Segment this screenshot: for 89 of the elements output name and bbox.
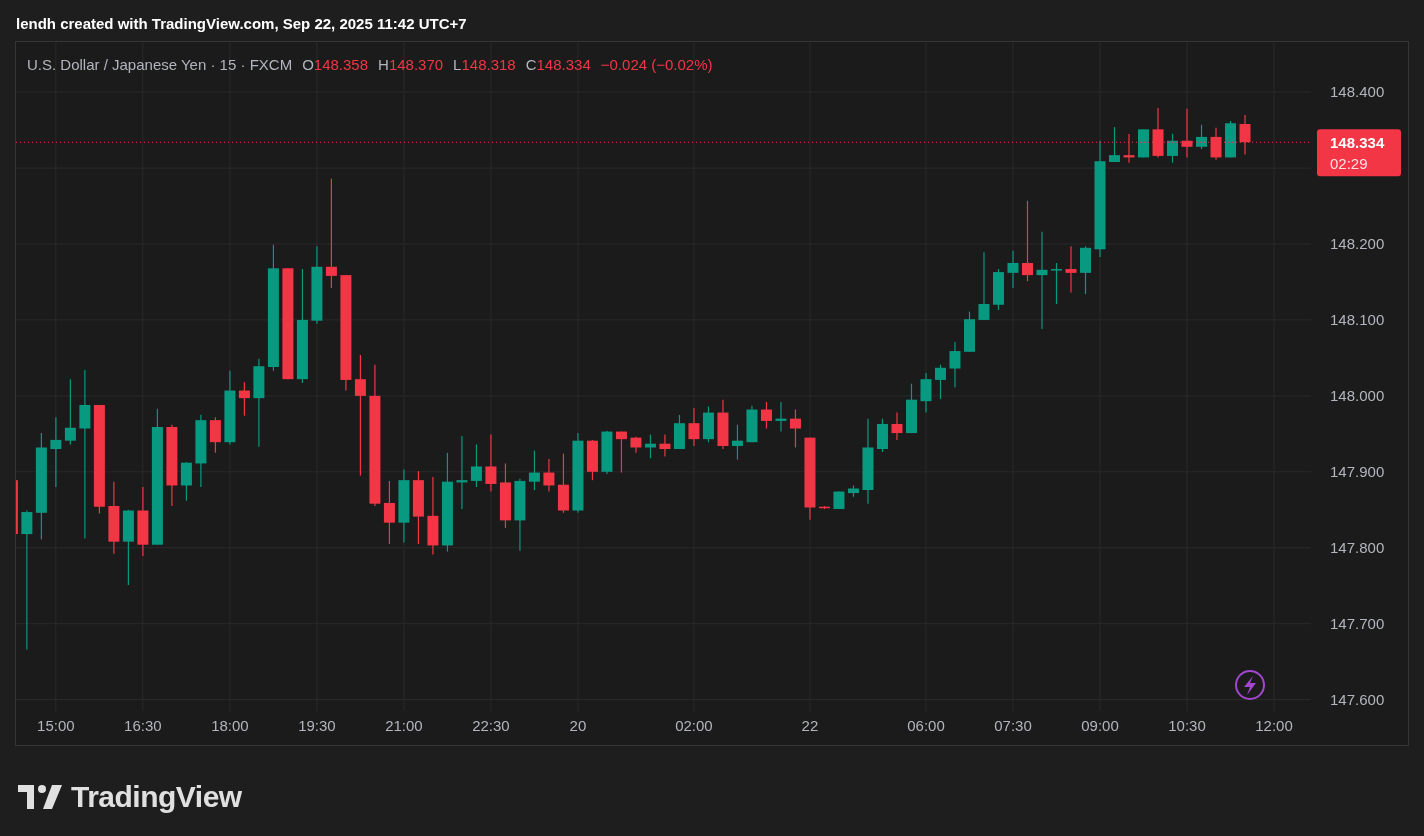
candlestick bbox=[717, 399, 729, 450]
candlestick bbox=[760, 401, 772, 430]
candlestick bbox=[1210, 127, 1222, 161]
candlestick bbox=[543, 458, 555, 493]
candlestick bbox=[1239, 114, 1251, 155]
price-axis-label: 147.700 bbox=[1330, 614, 1385, 632]
price-axis-label: 148.400 bbox=[1330, 83, 1385, 101]
price-axis-label: 148.100 bbox=[1330, 310, 1385, 328]
candlestick bbox=[50, 416, 62, 488]
candlestick bbox=[906, 383, 917, 434]
candlestick bbox=[1065, 245, 1077, 294]
time-axis-label: 10:30 bbox=[1168, 717, 1206, 734]
time-axis-label: 22:30 bbox=[472, 717, 510, 734]
candlestick bbox=[557, 452, 569, 514]
candlestick bbox=[818, 505, 830, 510]
caption-text: lendh created with TradingView.com, Sep 22, 2025 11:42 UTC+7 bbox=[16, 15, 467, 32]
candlestick bbox=[1007, 250, 1019, 289]
candlestick bbox=[586, 439, 598, 481]
ohlc-value: O148.358 bbox=[302, 55, 369, 75]
candlestick bbox=[993, 268, 1004, 311]
candlestick bbox=[485, 434, 497, 493]
last-price-label: 148.334 bbox=[1330, 134, 1385, 152]
candlestick bbox=[630, 436, 642, 454]
candlestick bbox=[1123, 133, 1135, 164]
candlestick bbox=[528, 449, 540, 491]
candlestick bbox=[833, 490, 845, 510]
candlestick bbox=[1051, 262, 1062, 305]
candlestick bbox=[847, 484, 859, 498]
symbol-title: U.S. Dollar / Japanese Yen · 15 · FXCM bbox=[27, 55, 293, 75]
candlestick bbox=[1196, 124, 1207, 150]
candlestick bbox=[891, 411, 903, 441]
candlestick bbox=[1080, 245, 1091, 295]
candlestick bbox=[615, 430, 627, 474]
candlestick bbox=[935, 364, 946, 400]
time-axis-label: 22 bbox=[801, 717, 819, 734]
time-axis-label: 16:30 bbox=[124, 717, 162, 734]
candlestick bbox=[688, 407, 700, 447]
candlestick bbox=[775, 401, 787, 433]
time-axis-label: 18:00 bbox=[211, 717, 249, 734]
candlestick bbox=[1152, 107, 1164, 158]
candlestick bbox=[949, 341, 961, 389]
ohlc-value: C148.334 bbox=[525, 55, 591, 75]
candlestick bbox=[731, 424, 743, 461]
time-axis-label: 19:30 bbox=[298, 717, 336, 734]
time-axis-label: 21:00 bbox=[385, 717, 423, 734]
price-axis-label: 147.600 bbox=[1330, 690, 1385, 708]
candlestick bbox=[673, 414, 685, 450]
candlestick bbox=[1138, 128, 1149, 158]
candlestick bbox=[1225, 120, 1236, 158]
ohlc-value: H148.370 bbox=[378, 55, 444, 75]
time-axis-label: 20 bbox=[569, 717, 587, 734]
candlestick bbox=[238, 381, 250, 417]
candlestick bbox=[499, 462, 511, 529]
candlestick bbox=[746, 405, 758, 443]
candlestick bbox=[920, 372, 932, 414]
price-axis-label: 147.800 bbox=[1330, 538, 1385, 556]
candlestick bbox=[978, 251, 990, 321]
time-axis-label: 02:00 bbox=[675, 717, 713, 734]
candlestick bbox=[659, 434, 671, 458]
logo-icon bbox=[18, 784, 62, 809]
time-axis-label: 07:30 bbox=[994, 717, 1032, 734]
candlestick bbox=[789, 408, 801, 449]
lightning-icon[interactable] bbox=[1235, 670, 1265, 700]
countdown-label: 02:29 bbox=[1330, 155, 1368, 173]
candlestick bbox=[644, 434, 656, 459]
price-axis-label: 148.000 bbox=[1330, 386, 1385, 404]
candlestick bbox=[1167, 133, 1178, 164]
time-axis-label: 09:00 bbox=[1081, 717, 1119, 734]
price-change: −0.024 (−0.02%) bbox=[600, 55, 713, 75]
candlestick bbox=[1181, 108, 1193, 158]
time-axis-label: 06:00 bbox=[907, 717, 945, 734]
time-axis-label: 15:00 bbox=[37, 717, 75, 734]
time-axis-label: 12:00 bbox=[1255, 717, 1293, 734]
candlestick bbox=[470, 443, 482, 488]
price-axis-label: 148.200 bbox=[1330, 235, 1385, 252]
ohlc-value: L148.318 bbox=[453, 55, 516, 75]
brand-name: TradingView bbox=[71, 779, 242, 815]
candlestick bbox=[209, 416, 221, 454]
candlestick bbox=[64, 378, 76, 446]
price-axis-label: 147.900 bbox=[1330, 462, 1385, 480]
candlestick bbox=[877, 418, 888, 453]
candlestick bbox=[16, 480, 18, 535]
candlestick bbox=[1109, 126, 1120, 163]
candlestick bbox=[180, 461, 192, 502]
candlestick bbox=[383, 480, 395, 545]
candlestick bbox=[601, 430, 613, 475]
candlestick bbox=[964, 310, 975, 353]
candlestick bbox=[137, 486, 149, 557]
candlestick bbox=[702, 405, 714, 443]
